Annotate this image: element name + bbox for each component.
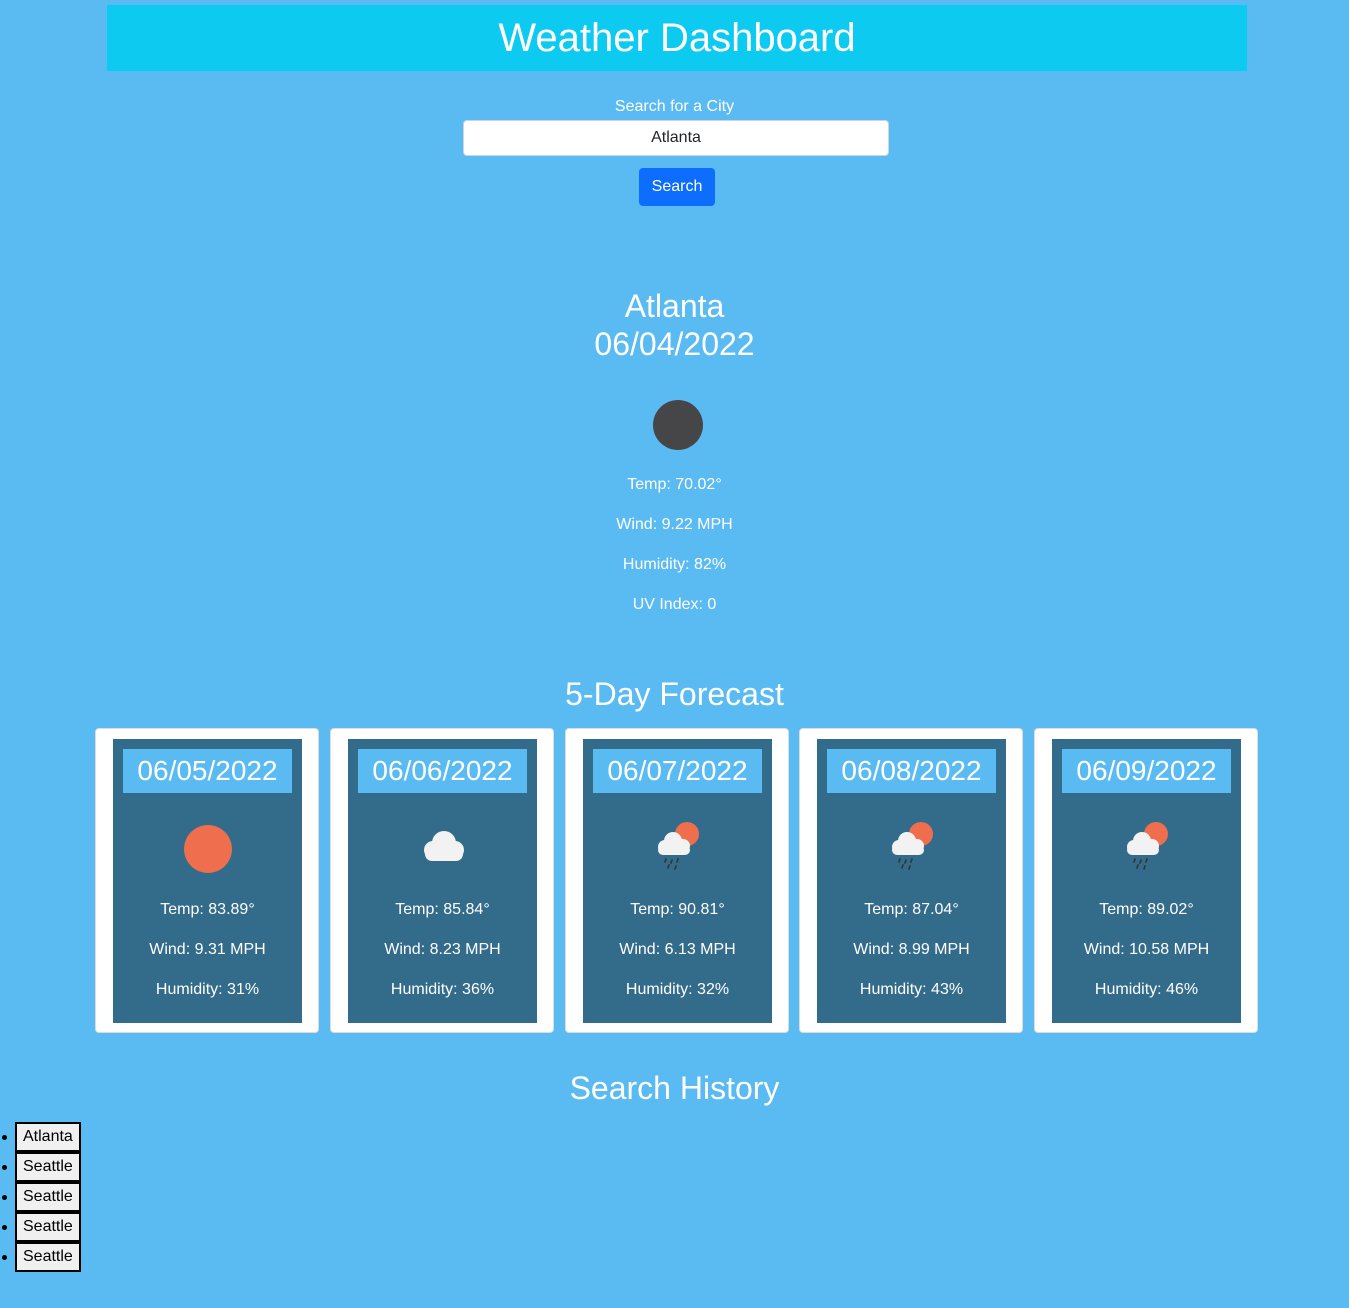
- history-city-button[interactable]: Seattle: [15, 1242, 81, 1272]
- moon-icon: [653, 400, 703, 450]
- current-date: 06/04/2022: [594, 326, 755, 362]
- forecast-title: 5-Day Forecast: [565, 676, 784, 712]
- history-city-button[interactable]: Seattle: [15, 1182, 81, 1212]
- forecast-humidity: Humidity: 46%: [1094, 981, 1199, 998]
- forecast-date: 06/05/2022: [123, 749, 292, 793]
- history-city-button[interactable]: Seattle: [15, 1212, 81, 1242]
- forecast-wind: Wind: 6.13 MPH: [619, 941, 736, 958]
- sun-icon: [184, 825, 232, 873]
- forecast-card: 06/09/2022 Temp: 89.02° Wind: 10.58 MPH …: [1034, 728, 1258, 1033]
- forecast-card: 06/06/2022 Temp: 85.84° Wind: 8.23 MPH H…: [330, 728, 554, 1033]
- forecast-humidity: Humidity: 43%: [859, 981, 964, 998]
- page-header: Weather Dashboard: [107, 5, 1247, 71]
- search-label: Search for a City: [614, 98, 735, 115]
- current-city: Atlanta: [624, 288, 725, 324]
- forecast-wind: Wind: 9.31 MPH: [149, 941, 266, 958]
- sun-rain-cloud-icon: [1127, 822, 1168, 870]
- forecast-temp: Temp: 87.04°: [864, 901, 959, 918]
- forecast-card-body: 06/08/2022 Temp: 87.04° Wind: 8.99 MPH H…: [817, 739, 1006, 1023]
- history-city-button[interactable]: Atlanta: [15, 1122, 81, 1152]
- forecast-date: 06/09/2022: [1062, 749, 1231, 793]
- forecast-wind: Wind: 8.23 MPH: [384, 941, 501, 958]
- current-wind: Wind: 9.22 MPH: [616, 516, 733, 533]
- city-search-input[interactable]: [463, 120, 889, 156]
- search-button[interactable]: Search: [639, 168, 715, 206]
- forecast-card: 06/05/2022 Temp: 83.89° Wind: 9.31 MPH H…: [95, 728, 319, 1033]
- sun-rain-cloud-icon: [892, 822, 933, 870]
- forecast-temp: Temp: 83.89°: [160, 901, 255, 918]
- forecast-card: 06/07/2022 Temp: 90.81° Wind: 6.13 MPH H…: [565, 728, 789, 1033]
- forecast-humidity: Humidity: 36%: [390, 981, 495, 998]
- sun-rain-cloud-icon: [658, 822, 699, 870]
- forecast-card-body: 06/09/2022 Temp: 89.02° Wind: 10.58 MPH …: [1052, 739, 1241, 1023]
- forecast-date: 06/07/2022: [593, 749, 762, 793]
- history-city-button[interactable]: Seattle: [15, 1152, 81, 1182]
- forecast-date: 06/06/2022: [358, 749, 527, 793]
- forecast-temp: Temp: 89.02°: [1099, 901, 1194, 918]
- current-temp: Temp: 70.02°: [627, 476, 722, 493]
- cloud-icon: [424, 831, 464, 861]
- page-title: Weather Dashboard: [498, 15, 856, 60]
- forecast-wind: Wind: 10.58 MPH: [1083, 941, 1210, 958]
- forecast-temp: Temp: 90.81°: [630, 901, 725, 918]
- forecast-card-body: 06/05/2022 Temp: 83.89° Wind: 9.31 MPH H…: [113, 739, 302, 1023]
- forecast-temp: Temp: 85.84°: [395, 901, 490, 918]
- forecast-date: 06/08/2022: [827, 749, 996, 793]
- search-history-title: Search History: [569, 1070, 780, 1106]
- forecast-humidity: Humidity: 31%: [155, 981, 260, 998]
- forecast-card-body: 06/07/2022 Temp: 90.81° Wind: 6.13 MPH H…: [583, 739, 772, 1023]
- forecast-card-body: 06/06/2022 Temp: 85.84° Wind: 8.23 MPH H…: [348, 739, 537, 1023]
- forecast-wind: Wind: 8.99 MPH: [853, 941, 970, 958]
- forecast-card: 06/08/2022 Temp: 87.04° Wind: 8.99 MPH H…: [799, 728, 1023, 1033]
- current-humidity: Humidity: 82%: [622, 556, 727, 573]
- current-uv-index: UV Index: 0: [632, 596, 717, 613]
- forecast-humidity: Humidity: 32%: [625, 981, 730, 998]
